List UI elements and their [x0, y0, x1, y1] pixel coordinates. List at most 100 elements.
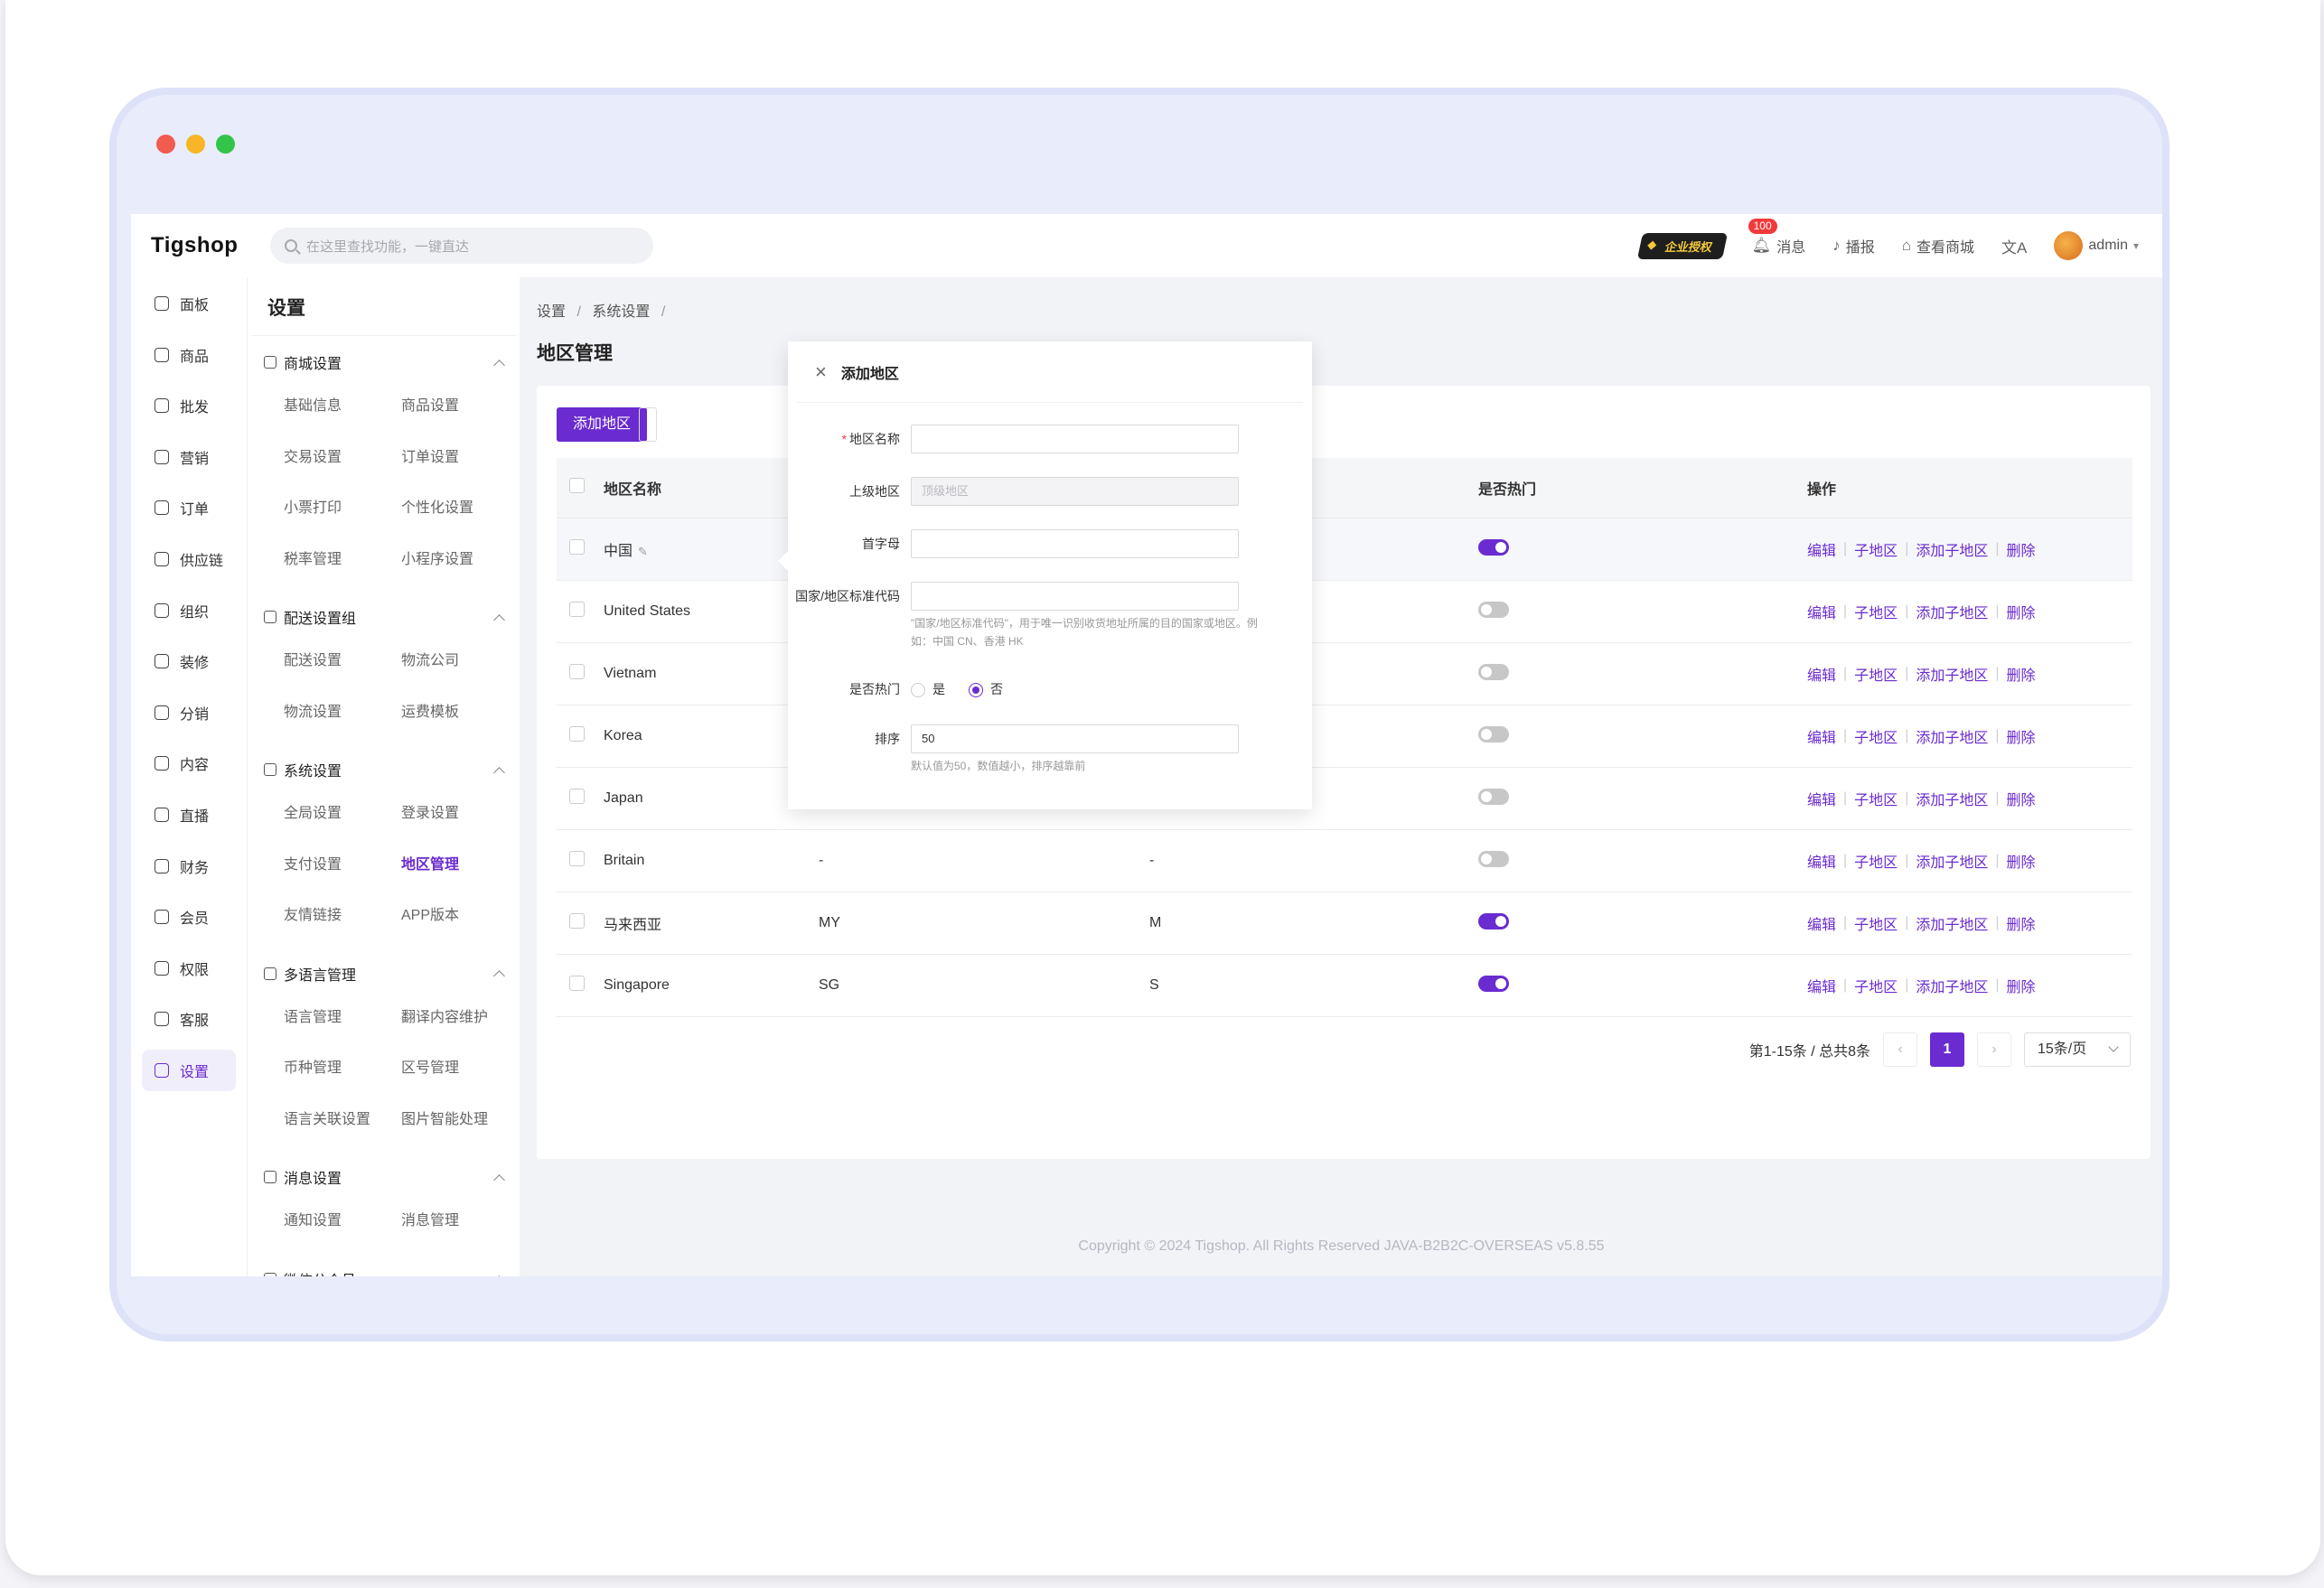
rail-item[interactable]: 装修: [142, 640, 236, 682]
hot-toggle[interactable]: [1478, 601, 1509, 618]
sidebar-item[interactable]: 订单设置: [401, 433, 519, 484]
row-action-link[interactable]: 子地区: [1854, 788, 1898, 809]
row-checkbox[interactable]: [569, 851, 585, 866]
sidebar-group-header[interactable]: 系统设置: [248, 751, 520, 789]
row-checkbox[interactable]: [569, 726, 585, 742]
parent-region-select[interactable]: 顶级地区: [911, 477, 1239, 506]
row-checkbox[interactable]: [569, 913, 585, 929]
row-action-link[interactable]: 子地区: [1854, 725, 1898, 747]
sidebar-group-header[interactable]: 多语言管理: [248, 955, 520, 993]
row-action-link[interactable]: 编辑: [1807, 788, 1836, 809]
hot-toggle[interactable]: [1478, 538, 1509, 556]
row-action-link[interactable]: 子地区: [1854, 975, 1898, 996]
hot-toggle[interactable]: [1478, 850, 1509, 867]
row-action-link[interactable]: 添加子地区: [1916, 725, 1988, 747]
sidebar-item[interactable]: 交易设置: [284, 433, 401, 484]
sidebar-group-header[interactable]: 消息设置: [248, 1158, 520, 1196]
row-action-link[interactable]: 删除: [2007, 663, 2036, 685]
sidebar-item[interactable]: 区号管理: [401, 1043, 519, 1095]
row-action-link[interactable]: 删除: [2007, 788, 2036, 809]
rail-item[interactable]: 设置: [142, 1049, 236, 1091]
row-action-link[interactable]: 添加子地区: [1916, 601, 1988, 622]
sidebar-item[interactable]: 全局设置: [284, 789, 401, 840]
row-action-link[interactable]: 子地区: [1854, 538, 1898, 560]
hot-yes-radio[interactable]: 是: [911, 680, 945, 698]
row-action-link[interactable]: 删除: [2007, 538, 2036, 560]
sidebar-item[interactable]: 个性化设置: [401, 483, 519, 535]
column-header-name[interactable]: 地区名称: [604, 477, 819, 499]
row-action-link[interactable]: 删除: [2007, 601, 2036, 622]
logo[interactable]: Tigshop: [131, 233, 258, 258]
row-action-link[interactable]: 添加子地区: [1916, 975, 1988, 996]
row-action-link[interactable]: 删除: [2007, 725, 2036, 747]
rail-item[interactable]: 商品: [142, 334, 236, 376]
sidebar-item[interactable]: 支付设置: [284, 840, 401, 892]
hot-toggle[interactable]: [1478, 663, 1509, 680]
row-action-link[interactable]: 子地区: [1854, 912, 1898, 934]
page-button-current[interactable]: 1: [1930, 1032, 1964, 1067]
row-action-link[interactable]: 编辑: [1807, 538, 1836, 560]
row-action-link[interactable]: 添加子地区: [1916, 912, 1988, 934]
sidebar-item[interactable]: 运费模板: [401, 687, 519, 739]
minimize-window-button[interactable]: [186, 135, 205, 154]
row-action-link[interactable]: 删除: [2007, 850, 2036, 872]
hot-no-radio[interactable]: 否: [969, 680, 1003, 698]
sidebar-group-header[interactable]: 配送设置组: [248, 598, 520, 636]
rail-item[interactable]: 财务: [142, 845, 236, 887]
sidebar-item[interactable]: 基础信息: [284, 381, 401, 433]
row-action-link[interactable]: 添加子地区: [1916, 538, 1988, 560]
rail-item[interactable]: 会员: [142, 896, 236, 938]
row-action-link[interactable]: 子地区: [1854, 601, 1898, 622]
messages-button[interactable]: 100 🔔︎ 消息: [1748, 219, 1805, 257]
row-action-link[interactable]: 添加子地区: [1916, 663, 1988, 685]
select-all-checkbox[interactable]: [569, 478, 585, 493]
sidebar-item[interactable]: 消息管理: [401, 1196, 519, 1247]
rail-item[interactable]: 供应链: [142, 538, 236, 580]
sidebar-item[interactable]: 币种管理: [284, 1043, 401, 1095]
row-action-link[interactable]: 编辑: [1807, 725, 1836, 747]
sidebar-item[interactable]: 小票打印: [284, 483, 401, 535]
sidebar-item[interactable]: 语言关联设置: [284, 1095, 401, 1146]
language-switch-button[interactable]: 文A: [2001, 235, 2027, 257]
page-size-select[interactable]: 15条/页: [2024, 1032, 2131, 1067]
rail-item[interactable]: 内容: [142, 743, 236, 784]
row-action-link[interactable]: 删除: [2007, 912, 2036, 934]
initial-letter-input[interactable]: [911, 529, 1239, 558]
sidebar-item[interactable]: APP版本: [401, 891, 519, 942]
row-checkbox[interactable]: [569, 539, 585, 555]
hot-toggle[interactable]: [1478, 912, 1509, 929]
sidebar-item[interactable]: 翻译内容维护: [401, 993, 519, 1044]
sort-input[interactable]: 50: [911, 724, 1239, 753]
sidebar-item[interactable]: 税率管理: [284, 535, 401, 586]
rail-item[interactable]: 组织: [142, 590, 236, 631]
enterprise-badge[interactable]: 企业授权: [1636, 232, 1728, 259]
row-checkbox[interactable]: [569, 602, 585, 617]
sidebar-item[interactable]: 图片智能处理: [401, 1095, 519, 1146]
sidebar-item[interactable]: 语言管理: [284, 993, 401, 1044]
add-region-button[interactable]: 添加地区: [557, 407, 648, 442]
sidebar-item[interactable]: 商品设置: [401, 381, 519, 433]
row-action-link[interactable]: 添加子地区: [1916, 850, 1988, 872]
rail-item[interactable]: 直播: [142, 794, 236, 836]
row-checkbox[interactable]: [569, 789, 585, 804]
sidebar-item[interactable]: 通知设置: [284, 1196, 401, 1247]
rail-item[interactable]: 分销: [142, 692, 236, 733]
row-action-link[interactable]: 删除: [2007, 975, 2036, 996]
broadcast-button[interactable]: ♪ 播报: [1832, 235, 1875, 257]
maximize-window-button[interactable]: [216, 135, 235, 154]
breadcrumb-item[interactable]: 设置: [537, 304, 566, 320]
rail-item[interactable]: 权限: [142, 948, 236, 989]
edit-icon[interactable]: ✎: [638, 545, 648, 558]
breadcrumb-item[interactable]: 系统设置: [592, 304, 650, 320]
row-action-link[interactable]: 子地区: [1854, 850, 1898, 872]
hot-toggle[interactable]: [1478, 975, 1509, 992]
sidebar-item[interactable]: 物流设置: [284, 687, 401, 739]
hot-toggle[interactable]: [1478, 725, 1509, 743]
view-store-button[interactable]: ⌂ 查看商城: [1902, 235, 1974, 257]
rail-item[interactable]: 批发: [142, 385, 236, 426]
row-action-link[interactable]: 子地区: [1854, 663, 1898, 685]
sidebar-item[interactable]: 小程序设置: [401, 535, 519, 586]
row-action-link[interactable]: 编辑: [1807, 850, 1836, 872]
row-action-link[interactable]: 编辑: [1807, 663, 1836, 685]
sidebar-group-header[interactable]: 微信公众号: [248, 1260, 520, 1276]
